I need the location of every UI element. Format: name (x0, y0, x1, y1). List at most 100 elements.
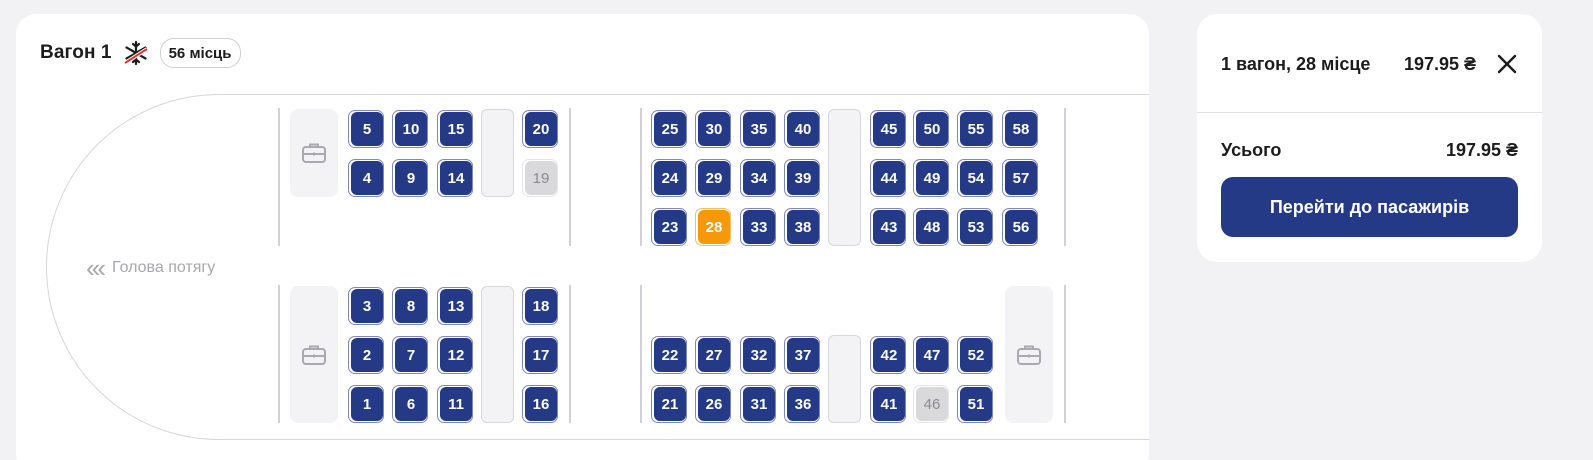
seat-17[interactable]: 17 (522, 336, 558, 374)
seat-57[interactable]: 57 (1002, 159, 1038, 197)
seat-23[interactable]: 23 (651, 208, 687, 246)
seat-2[interactable]: 2 (348, 336, 384, 374)
seat-55[interactable]: 55 (957, 110, 993, 148)
compartment-table (828, 109, 861, 246)
seat-3[interactable]: 3 (348, 287, 384, 325)
car-card: Вагон 1 56 місць ‹‹‹ Голова потягу 5 10 … (16, 14, 1149, 460)
seat-5[interactable]: 5 (348, 110, 384, 148)
seat-21[interactable]: 21 (651, 385, 687, 423)
seat-46: 46 (913, 385, 949, 423)
seat-45[interactable]: 45 (870, 110, 906, 148)
seat-50[interactable]: 50 (913, 110, 949, 148)
booking-summary: 1 вагон, 28 місце 197.95 ₴ Усього 197.95… (1197, 14, 1542, 262)
seat-31[interactable]: 31 (740, 385, 776, 423)
seat-53[interactable]: 53 (957, 208, 993, 246)
summary-divider (1197, 112, 1542, 113)
seat-37[interactable]: 37 (784, 336, 820, 374)
seat-7[interactable]: 7 (392, 336, 428, 374)
seat-49[interactable]: 49 (913, 159, 949, 197)
seat-36[interactable]: 36 (784, 385, 820, 423)
seat-25[interactable]: 25 (651, 110, 687, 148)
seat-10[interactable]: 10 (392, 110, 428, 148)
go-to-passengers-button[interactable]: Перейти до пасажирів (1221, 177, 1518, 237)
seat-19: 19 (522, 159, 558, 197)
seat-16[interactable]: 16 (522, 385, 558, 423)
seat-12[interactable]: 12 (437, 336, 473, 374)
selected-seat-row: 1 вагон, 28 місце 197.95 ₴ (1221, 50, 1518, 78)
seat-32[interactable]: 32 (740, 336, 776, 374)
seat-24[interactable]: 24 (651, 159, 687, 197)
seat-number: 43 (873, 210, 905, 244)
seat-14[interactable]: 14 (437, 159, 473, 197)
seat-13[interactable]: 13 (437, 287, 473, 325)
seat-56[interactable]: 56 (1002, 208, 1038, 246)
luggage-area (290, 109, 338, 197)
seat-33[interactable]: 33 (740, 208, 776, 246)
seat-47[interactable]: 47 (913, 336, 949, 374)
seat-15[interactable]: 15 (437, 110, 473, 148)
seat-number: 4 (351, 161, 383, 195)
compartment-divider (1064, 108, 1066, 246)
seat-number: 10 (395, 112, 427, 146)
seat-41[interactable]: 41 (870, 385, 906, 423)
compartment-table (481, 286, 514, 423)
seat-34[interactable]: 34 (740, 159, 776, 197)
seat-1[interactable]: 1 (348, 385, 384, 423)
seat-9[interactable]: 9 (392, 159, 428, 197)
seat-number: 26 (698, 387, 730, 421)
seat-26[interactable]: 26 (695, 385, 731, 423)
seat-number: 21 (654, 387, 686, 421)
seat-35[interactable]: 35 (740, 110, 776, 148)
seat-number: 46 (916, 387, 948, 421)
seat-number: 31 (743, 387, 775, 421)
seat-number: 5 (351, 112, 383, 146)
seat-43[interactable]: 43 (870, 208, 906, 246)
seat-number: 40 (787, 112, 819, 146)
close-icon[interactable] (1496, 53, 1518, 75)
seat-number: 15 (440, 112, 472, 146)
seat-44[interactable]: 44 (870, 159, 906, 197)
compartment-divider (640, 285, 642, 423)
seat-number: 50 (916, 112, 948, 146)
seat-51[interactable]: 51 (957, 385, 993, 423)
compartment-divider (569, 108, 571, 246)
seat-number: 37 (787, 338, 819, 372)
seat-54[interactable]: 54 (957, 159, 993, 197)
seat-number: 24 (654, 161, 686, 195)
seat-6[interactable]: 6 (392, 385, 428, 423)
seat-18[interactable]: 18 (522, 287, 558, 325)
seat-number: 56 (1005, 210, 1037, 244)
compartment-table (481, 109, 514, 197)
seat-11[interactable]: 11 (437, 385, 473, 423)
seat-40[interactable]: 40 (784, 110, 820, 148)
seat-number: 36 (787, 387, 819, 421)
seat-52[interactable]: 52 (957, 336, 993, 374)
total-label: Усього (1221, 139, 1282, 160)
seat-27[interactable]: 27 (695, 336, 731, 374)
seat-number: 32 (743, 338, 775, 372)
seat-22[interactable]: 22 (651, 336, 687, 374)
seat-number: 18 (525, 289, 557, 323)
seat-39[interactable]: 39 (784, 159, 820, 197)
seat-number: 30 (698, 112, 730, 146)
selected-seat-label: 1 вагон, 28 місце (1221, 53, 1371, 74)
seat-48[interactable]: 48 (913, 208, 949, 246)
suitcase-icon (302, 345, 326, 365)
seat-42[interactable]: 42 (870, 336, 906, 374)
seat-8[interactable]: 8 (392, 287, 428, 325)
seat-28[interactable]: 28 (695, 208, 731, 246)
seat-number: 57 (1005, 161, 1037, 195)
seat-4[interactable]: 4 (348, 159, 384, 197)
seat-38[interactable]: 38 (784, 208, 820, 246)
compartment-divider (640, 108, 642, 246)
seat-30[interactable]: 30 (695, 110, 731, 148)
compartment-divider (278, 108, 280, 246)
seat-58[interactable]: 58 (1002, 110, 1038, 148)
seat-number: 23 (654, 210, 686, 244)
compartment-divider (278, 285, 280, 423)
seat-number: 1 (351, 387, 383, 421)
seat-20[interactable]: 20 (522, 110, 558, 148)
seat-number: 33 (743, 210, 775, 244)
seat-number: 8 (395, 289, 427, 323)
seat-29[interactable]: 29 (695, 159, 731, 197)
